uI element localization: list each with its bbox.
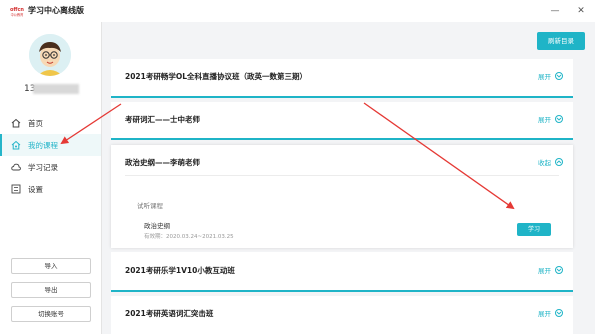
course-card[interactable]: 2021考研乐学1V10小教互动班 展开 bbox=[111, 252, 573, 292]
chevron-down-icon bbox=[555, 309, 563, 317]
expand-toggle[interactable]: 展开 bbox=[538, 114, 563, 124]
home-icon bbox=[11, 118, 21, 128]
course-title: 2021考研英语词汇突击班 bbox=[125, 309, 214, 318]
toggle-label: 收起 bbox=[538, 159, 551, 167]
settings-icon bbox=[11, 184, 21, 194]
toggle-label: 展开 bbox=[538, 116, 551, 124]
switch-account-button[interactable]: 切换账号 bbox=[11, 306, 91, 322]
course-card[interactable]: 2021考研英语词汇突击班 展开 bbox=[111, 296, 573, 334]
course-card[interactable]: 考研词汇——士中老师 展开 bbox=[111, 102, 573, 140]
chevron-down-icon bbox=[555, 72, 563, 80]
app-logo-icon: offcn 中公教育 bbox=[9, 5, 25, 17]
course-title: 政治史纲——李萌老师 bbox=[125, 158, 200, 167]
trial-course-label: 试听课程 bbox=[137, 202, 163, 210]
title-bar: offcn 中公教育 学习中心离线版 — ✕ bbox=[0, 0, 595, 22]
cloud-icon bbox=[11, 162, 21, 172]
lesson-validity: 有效期：2020.03.24~2021.03.25 bbox=[144, 234, 234, 240]
sidebar-item-home[interactable]: 首页 bbox=[0, 112, 101, 134]
sidebar-item-settings[interactable]: 设置 bbox=[0, 178, 101, 200]
course-title: 考研词汇——士中老师 bbox=[125, 115, 200, 124]
collapse-toggle[interactable]: 收起 bbox=[538, 157, 563, 167]
app-window: offcn 中公教育 学习中心离线版 — ✕ 13 首页 我的课程 学习记录 设… bbox=[0, 0, 595, 334]
course-title: 2021考研乐学1V10小教互动班 bbox=[125, 266, 235, 275]
expand-toggle[interactable]: 展开 bbox=[538, 71, 563, 81]
main-content: 刷新目录 2021考研畅学OL全科直播协议班（政英一数第三期） 展开 考研词汇—… bbox=[102, 22, 595, 334]
course-title: 2021考研畅学OL全科直播协议班（政英一数第三期） bbox=[125, 72, 308, 81]
sidebar-item-my-courses[interactable]: 我的课程 bbox=[0, 134, 101, 156]
svg-text:中公教育: 中公教育 bbox=[11, 12, 24, 17]
refresh-catalog-button[interactable]: 刷新目录 bbox=[537, 32, 585, 50]
course-card[interactable]: 2021考研畅学OL全科直播协议班（政英一数第三期） 展开 bbox=[111, 59, 573, 98]
chevron-down-icon bbox=[555, 266, 563, 274]
course-card-expanded[interactable]: 政治史纲——李萌老师 收起 试听课程 政治史纲 有效期：2020.03.24~2… bbox=[111, 145, 573, 248]
divider bbox=[125, 175, 559, 176]
sidebar-item-label: 设置 bbox=[28, 184, 43, 194]
course-icon bbox=[11, 140, 21, 150]
sidebar-item-label: 首页 bbox=[28, 118, 43, 128]
close-button[interactable]: ✕ bbox=[574, 4, 588, 18]
sidebar-item-study-record[interactable]: 学习记录 bbox=[0, 156, 101, 178]
lesson-name: 政治史纲 bbox=[144, 222, 170, 230]
chevron-down-icon bbox=[555, 115, 563, 123]
expand-toggle[interactable]: 展开 bbox=[538, 265, 563, 275]
toggle-label: 展开 bbox=[538, 310, 551, 318]
sidebar: 13 首页 我的课程 学习记录 设置 导入 导出 切换账号 bbox=[0, 22, 102, 334]
user-id-masked bbox=[33, 84, 79, 94]
toggle-label: 展开 bbox=[538, 267, 551, 275]
avatar bbox=[29, 34, 71, 76]
minimize-button[interactable]: — bbox=[548, 4, 562, 18]
export-button[interactable]: 导出 bbox=[11, 282, 91, 298]
expand-toggle[interactable]: 展开 bbox=[538, 308, 563, 318]
chevron-up-icon bbox=[555, 158, 563, 166]
sidebar-nav: 首页 我的课程 学习记录 设置 bbox=[0, 112, 101, 200]
study-button[interactable]: 学习 bbox=[517, 223, 551, 236]
import-button[interactable]: 导入 bbox=[11, 258, 91, 274]
app-title: 学习中心离线版 bbox=[28, 6, 84, 15]
toggle-label: 展开 bbox=[538, 73, 551, 81]
sidebar-item-label: 我的课程 bbox=[28, 140, 58, 150]
sidebar-item-label: 学习记录 bbox=[28, 162, 58, 172]
avatar-image bbox=[29, 34, 71, 76]
